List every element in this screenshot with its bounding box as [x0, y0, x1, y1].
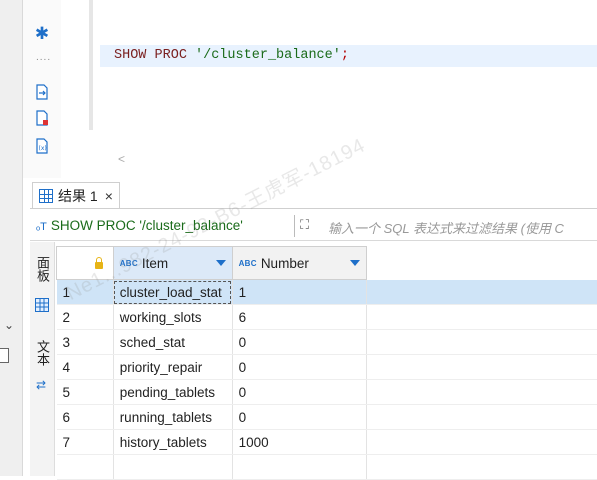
column-label: Item [142, 256, 168, 271]
gear-icon[interactable]: ✱ [34, 26, 50, 42]
cell-number[interactable]: 0 [232, 330, 367, 355]
row-filler [367, 380, 597, 405]
table-row[interactable]: 2 working_slots 6 [57, 305, 597, 330]
query-label: SHOW PROC '/cluster_balance' [51, 218, 243, 233]
grid-icon [39, 189, 53, 203]
left-panel-strip: ⌄ [0, 0, 23, 476]
result-tab-strip: 结果 1 × [30, 182, 597, 209]
side-tab-text[interactable]: 文本 [33, 340, 52, 366]
cell-number[interactable]: 0 [232, 405, 367, 430]
row-number: 6 [57, 405, 114, 430]
header-filler [367, 247, 597, 280]
row-number: 1 [57, 280, 114, 305]
column-label: Number [261, 256, 309, 271]
cell-item[interactable]: history_tablets [113, 430, 232, 455]
scroll-left-icon[interactable]: < [118, 152, 125, 166]
sql-keyword: SHOW [114, 48, 146, 63]
column-header-number[interactable]: ABC Number [232, 247, 367, 280]
more-dots-icon: .... [36, 52, 52, 68]
query-text: ₒT SHOW PROC '/cluster_balance' [36, 218, 243, 233]
editor-ruler [89, 0, 93, 130]
row-filler [367, 305, 597, 330]
sql-terminator: ; [341, 48, 349, 63]
grid-header-row: ABC Item ABC Number [57, 247, 597, 280]
cell-item[interactable]: sched_stat [113, 330, 232, 355]
sql-keyword: PROC [155, 48, 187, 63]
text-type-icon: ₒT [36, 221, 47, 233]
chevron-down-icon[interactable]: ⌄ [4, 318, 14, 332]
row-filler [367, 280, 597, 305]
row-filler [367, 430, 597, 455]
cell-number[interactable]: 6 [232, 305, 367, 330]
table-row[interactable]: 1 cluster_load_stat 1 [57, 280, 597, 305]
cell-item[interactable]: running_tablets [113, 405, 232, 430]
sort-arrow-icon[interactable] [350, 260, 360, 266]
cell-number[interactable]: 1 [232, 280, 367, 305]
export-icon[interactable] [34, 84, 50, 100]
filter-input[interactable]: 输入一个 SQL 表达式来过滤结果 (使用 C [328, 218, 564, 237]
result-grid: ABC Item ABC Number 1 cluster [56, 246, 597, 480]
sql-statement[interactable]: SHOW PROC '/cluster_balance'; [114, 48, 349, 63]
row-number: 2 [57, 305, 114, 330]
row-filler [367, 355, 597, 380]
cell-number[interactable]: 1000 [232, 430, 367, 455]
close-icon[interactable]: × [105, 188, 113, 204]
table-row[interactable]: 3 sched_stat 0 [57, 330, 597, 355]
text-type-badge: ABC [239, 259, 257, 268]
document-icon [0, 348, 9, 363]
svg-text:(x): (x) [39, 145, 47, 152]
cell-item[interactable]: working_slots [113, 305, 232, 330]
expand-icon[interactable]: ⛶ [300, 217, 309, 233]
table-row[interactable]: 7 history_tablets 1000 [57, 430, 597, 455]
grid-view-icon[interactable] [35, 298, 49, 312]
variable-file-icon[interactable]: (x) [34, 138, 50, 154]
row-filler [367, 330, 597, 355]
record-view-icon[interactable]: ⇄ [36, 378, 46, 392]
sort-arrow-icon[interactable] [216, 260, 226, 266]
row-number: 7 [57, 430, 114, 455]
sql-string-literal: '/cluster_balance' [195, 48, 341, 63]
column-header-item[interactable]: ABC Item [113, 247, 232, 280]
cell-item[interactable]: cluster_load_stat [113, 280, 232, 305]
row-number-header [57, 247, 114, 280]
tab-label: 结果 1 [58, 186, 98, 206]
cell-item[interactable]: priority_repair [113, 355, 232, 380]
row-number: 4 [57, 355, 114, 380]
table-row[interactable]: 6 running_tablets 0 [57, 405, 597, 430]
row-filler [367, 405, 597, 430]
divider [294, 215, 295, 237]
document-error-icon[interactable] [34, 110, 50, 126]
editor-toolbar: ✱ .... (x) [23, 0, 61, 178]
cell-number[interactable]: 0 [232, 355, 367, 380]
table-row[interactable]: 4 priority_repair 0 [57, 355, 597, 380]
text-type-badge: ABC [120, 259, 138, 268]
sql-editor[interactable]: SHOW PROC '/cluster_balance'; [100, 0, 597, 150]
lock-icon [95, 262, 103, 269]
row-number: 5 [57, 380, 114, 405]
filter-bar: ₒT SHOW PROC '/cluster_balance' ⛶ 输入一个 SQ… [30, 212, 597, 241]
table-row[interactable]: 5 pending_tablets 0 [57, 380, 597, 405]
tab-result-1[interactable]: 结果 1 × [32, 182, 120, 208]
side-tab-panel[interactable]: 面板 [33, 256, 52, 282]
row-number: 3 [57, 330, 114, 355]
cell-number[interactable]: 0 [232, 380, 367, 405]
result-side-tabs: 面板 文本 ⇄ [30, 242, 55, 476]
cell-item[interactable]: pending_tablets [113, 380, 232, 405]
